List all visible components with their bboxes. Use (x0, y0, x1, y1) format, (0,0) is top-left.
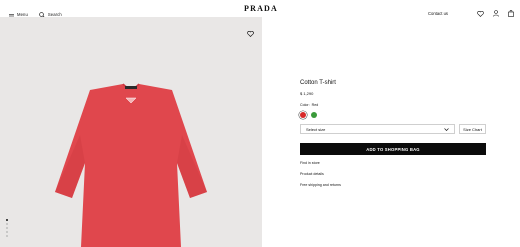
heart-icon (247, 24, 254, 41)
gallery-pagination (6, 219, 8, 239)
gallery-dot[interactable] (6, 235, 8, 237)
shipping-returns-link[interactable]: Free shipping and returns (300, 183, 486, 187)
search-label: Search (47, 11, 62, 17)
product-title: Cotton T-shirt (300, 80, 336, 86)
chevron-down-icon (444, 127, 449, 132)
gallery-dot[interactable] (6, 227, 8, 229)
color-selector-label: Color: Red (300, 103, 486, 107)
color-swatches (300, 112, 486, 118)
heart-icon (477, 4, 484, 22)
size-row: Select size Size Chart (300, 124, 486, 134)
color-label: Color (300, 103, 309, 107)
product-price: $ 1,290 (300, 91, 314, 96)
size-select-label: Select size (306, 126, 326, 132)
contact-us-link[interactable]: Contact us (428, 11, 448, 16)
brand-logo[interactable]: PRADA (244, 4, 278, 13)
color-value: Red (311, 103, 319, 107)
gallery-dot[interactable] (6, 223, 8, 225)
gallery-dot[interactable] (6, 231, 8, 233)
shopping-bag-button[interactable] (508, 4, 514, 22)
account-button[interactable] (493, 4, 499, 22)
swatch-red[interactable] (300, 112, 306, 118)
product-image (55, 83, 207, 247)
user-icon (493, 4, 499, 22)
add-to-bag-button[interactable]: ADD TO SHOPPING BAG (300, 143, 486, 155)
product-gallery[interactable] (0, 17, 262, 247)
size-select[interactable]: Select size (300, 124, 455, 134)
add-to-wishlist-button[interactable] (247, 24, 254, 42)
product-details-link[interactable]: Product details (300, 172, 486, 176)
bag-icon (508, 4, 514, 22)
wishlist-button[interactable] (477, 4, 484, 22)
gallery-dot[interactable] (6, 219, 8, 221)
find-in-store-link[interactable]: Find in store (300, 161, 486, 165)
color-colon: : (308, 103, 310, 107)
menu-label: Menu (17, 11, 28, 17)
site-header: Menu Search PRADA Contact us (0, 0, 520, 18)
product-info-panel: Cotton T-shirt $ 1,290 Color: Red Select … (300, 80, 486, 187)
size-chart-button[interactable]: Size Chart (459, 124, 486, 134)
header-right: Contact us (428, 4, 514, 22)
swatch-green[interactable] (311, 112, 317, 118)
